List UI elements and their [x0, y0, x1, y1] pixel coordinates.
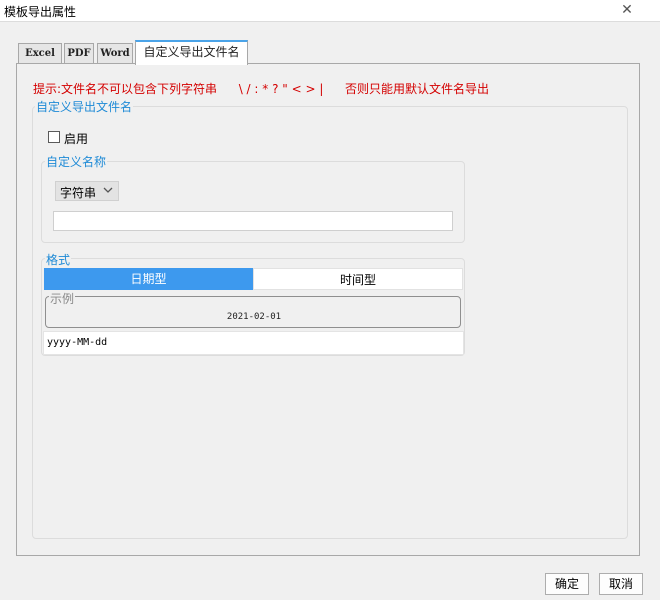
- tab-pdf[interactable]: PDF: [64, 43, 94, 64]
- tab-word[interactable]: Word: [97, 43, 133, 64]
- name-type-select[interactable]: 字符串: [55, 181, 119, 201]
- tab-excel[interactable]: Excel: [18, 43, 62, 64]
- custom-filename-legend: 自定义导出文件名: [35, 98, 134, 115]
- window-title: 模板导出属性: [4, 5, 77, 19]
- format-pattern: yyyy-MM-dd: [47, 337, 108, 348]
- date-type-option[interactable]: 日期型: [44, 268, 253, 290]
- example-legend: 示例: [49, 290, 76, 307]
- close-icon[interactable]: ✕: [616, 2, 638, 18]
- example-value: 2021-02-01: [226, 312, 282, 322]
- example-box: 2021-02-01: [45, 296, 461, 328]
- tab-custom-filename[interactable]: 自定义导出文件名: [135, 40, 248, 65]
- hint-forbidden-chars: \ / : * ? " < > |: [238, 82, 324, 96]
- title-bar: 模板导出属性 ✕: [0, 0, 660, 22]
- enable-checkbox[interactable]: [48, 131, 60, 143]
- enable-label[interactable]: 启用: [64, 130, 88, 147]
- format-pattern-row[interactable]: yyyy-MM-dd: [43, 331, 464, 355]
- format-legend: 格式: [45, 251, 72, 268]
- filename-hint: 提示:文件名不可以包含下列字符串 \ / : * ? " < > | 否则只能用…: [33, 80, 489, 97]
- custom-name-input[interactable]: [53, 211, 453, 231]
- time-type-option[interactable]: 时间型: [253, 268, 463, 290]
- ok-button[interactable]: 确定: [545, 573, 589, 595]
- name-type-value: 字符串: [60, 186, 97, 200]
- hint-prefix: 提示:文件名不可以包含下列字符串: [33, 82, 218, 96]
- cancel-button[interactable]: 取消: [599, 573, 643, 595]
- chevron-down-icon: [103, 187, 113, 193]
- custom-name-legend: 自定义名称: [45, 153, 108, 170]
- hint-suffix: 否则只能用默认文件名导出: [345, 82, 490, 96]
